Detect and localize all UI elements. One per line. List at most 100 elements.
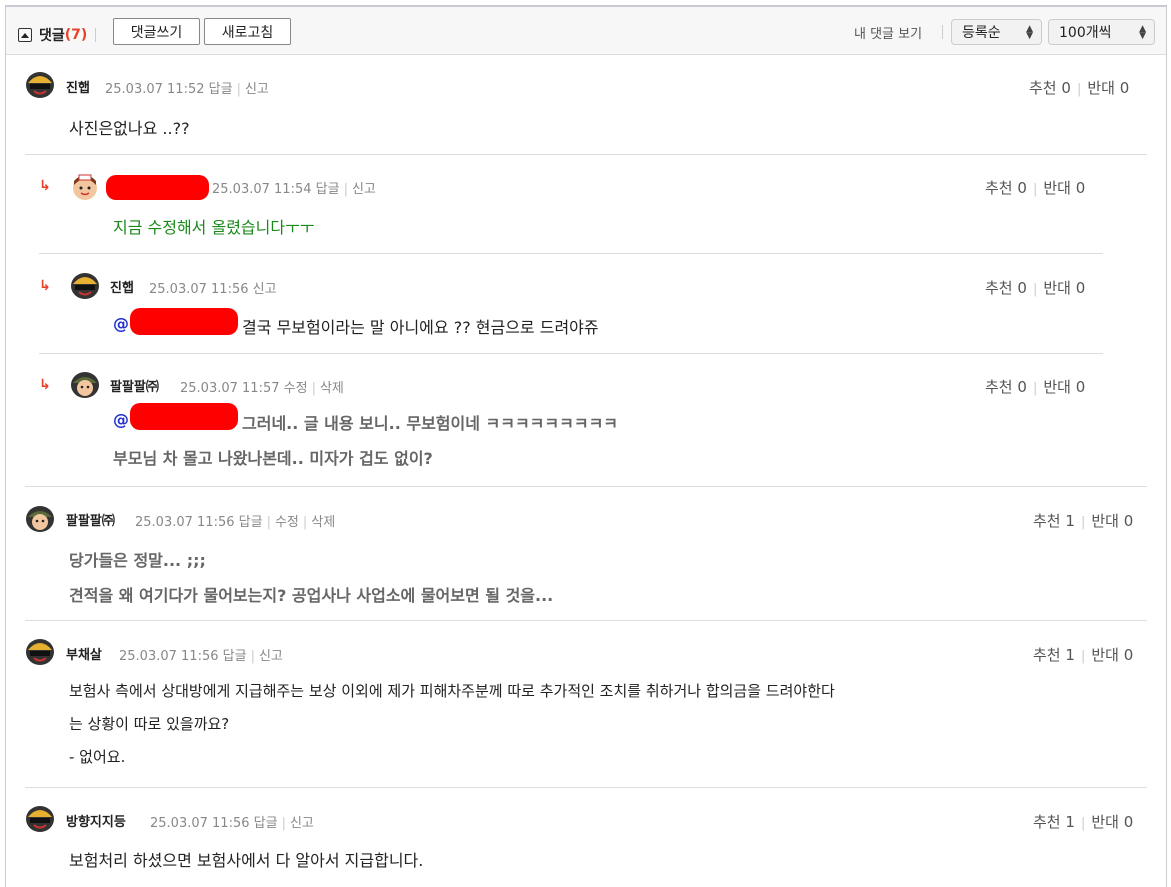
redacted-mention: [130, 403, 238, 430]
comment-meta: 25.03.07 11:56 신고: [149, 278, 277, 297]
comment-text: 사진은없나요 ..??: [69, 119, 190, 138]
upvote-button[interactable]: 추천 0: [985, 179, 1027, 197]
divider: [25, 486, 1147, 487]
comment-author[interactable]: 진햅: [110, 277, 134, 296]
comment-author[interactable]: 진햅: [66, 77, 90, 96]
reply-link[interactable]: 답글: [316, 182, 340, 197]
comment-text: 그러네.. 글 내용 보니.. 무보험이네 ㅋㅋㅋㅋㅋㅋㅋㅋㅋ: [242, 414, 619, 433]
comment-text: 지금 수정해서 올렸습니다ㅜㅜ: [113, 218, 315, 237]
comment-author[interactable]: 팔팔팔㈜: [66, 510, 115, 529]
comment-title: 댓글: [39, 28, 65, 44]
select-arrows-icon: ▲ ▼: [1139, 24, 1146, 41]
comment-text: 는 상황이 따로 있을까요?: [69, 715, 230, 733]
refresh-button[interactable]: 새로고침: [204, 18, 291, 45]
comment-text: 당가들은 정말... ;;;: [69, 551, 206, 570]
redacted-mention: [130, 308, 238, 335]
divider: [25, 620, 1147, 621]
reply-link[interactable]: 답글: [209, 82, 233, 97]
sort-select[interactable]: 등록순 ▲ ▼: [951, 19, 1042, 45]
sort-value: 등록순: [962, 25, 1001, 41]
delete-link[interactable]: 삭제: [320, 381, 344, 396]
comment-section: 댓글 (7) 댓글쓰기 새로고침 내 댓글 보기 등록순 ▲ ▼ 100개씩 ▲ ▼…: [5, 5, 1167, 887]
comment-votes: 추천 1 | 반대 0: [1033, 813, 1134, 831]
divider: [39, 353, 1103, 354]
comment-votes: 추천 1 | 반대 0: [1033, 512, 1134, 530]
upvote-button[interactable]: 추천 1: [1033, 646, 1075, 664]
upvote-button[interactable]: 추천 1: [1033, 813, 1075, 831]
write-comment-button[interactable]: 댓글쓰기: [113, 18, 200, 45]
comment-meta: 25.03.07 11:56 답글 | 신고: [150, 816, 314, 831]
comment-author[interactable]: 부채살: [66, 644, 102, 663]
reply-arrow-icon: ↳: [39, 278, 51, 294]
divider: [25, 154, 1147, 155]
edit-link[interactable]: 수정: [275, 515, 299, 530]
comment-text: - 없어요.: [69, 748, 126, 766]
downvote-button[interactable]: 반대 0: [1043, 378, 1085, 396]
comment-votes: 추천 1 | 반대 0: [1033, 646, 1134, 664]
comment-meta: 25.03.07 11:57 수정 | 삭제: [180, 381, 344, 396]
comment-count: (7): [64, 27, 88, 43]
comment-time: 25.03.07 11:57: [180, 381, 280, 396]
comment-meta: 25.03.07 11:52 답글 | 신고: [105, 82, 269, 97]
avatar: [73, 174, 97, 200]
comment-author[interactable]: 방향지지등: [66, 811, 126, 830]
comment-text: 보험처리 하셨으면 보험사에서 다 알아서 지급합니다.: [69, 851, 424, 870]
mention-link[interactable]: @: [113, 314, 129, 333]
avatar: [71, 372, 99, 398]
divider: [95, 28, 97, 42]
avatar: [26, 506, 54, 532]
report-link[interactable]: 신고: [259, 649, 283, 664]
report-link[interactable]: 신고: [245, 82, 269, 97]
downvote-button[interactable]: 반대 0: [1091, 512, 1133, 530]
avatar: [26, 806, 54, 832]
comment-time: 25.03.07 11:56: [119, 649, 219, 664]
comment-votes: 추천 0 | 반대 0: [1029, 79, 1130, 97]
comment-votes: 추천 0 | 반대 0: [985, 378, 1086, 396]
comment-votes: 추천 0 | 반대 0: [985, 179, 1086, 197]
comment-author[interactable]: 팔팔팔㈜: [110, 376, 159, 395]
per-page-select[interactable]: 100개씩 ▲ ▼: [1048, 19, 1155, 45]
downvote-button[interactable]: 반대 0: [1043, 279, 1085, 297]
comment-text: 부모님 차 몰고 나왔나본데.. 미자가 겁도 없이?: [113, 449, 433, 468]
comment-time: 25.03.07 11:56: [149, 282, 249, 297]
reply-arrow-icon: ↳: [39, 377, 51, 393]
comment-time: 25.03.07 11:52: [105, 82, 205, 97]
report-link[interactable]: 신고: [290, 816, 314, 831]
reply-link[interactable]: 답글: [254, 816, 278, 831]
report-link[interactable]: 신고: [253, 282, 277, 297]
downvote-button[interactable]: 반대 0: [1091, 646, 1133, 664]
divider: [39, 253, 1103, 254]
upvote-button[interactable]: 추천 0: [1029, 79, 1071, 97]
reply-link[interactable]: 답글: [239, 515, 263, 530]
divider: [25, 787, 1147, 788]
comment-toggle[interactable]: 댓글 (7): [18, 25, 97, 45]
redacted-nickname: [106, 175, 209, 200]
comment-text: 견적을 왜 여기다가 물어보는지? 공업사나 사업소에 물어보면 될 것을...: [69, 586, 554, 605]
divider: [942, 25, 943, 39]
delete-link[interactable]: 삭제: [311, 515, 335, 530]
reply-arrow-icon: ↳: [39, 178, 51, 194]
avatar: [71, 273, 99, 299]
comment-votes: 추천 0 | 반대 0: [985, 279, 1086, 297]
mention-link[interactable]: @: [113, 410, 129, 429]
comment-text: 보험사 측에서 상대방에게 지급해주는 보상 이외에 제가 피해차주분께 따로 …: [69, 682, 835, 700]
select-arrows-icon: ▲ ▼: [1026, 24, 1033, 41]
edit-link[interactable]: 수정: [284, 381, 308, 396]
my-comments-link[interactable]: 내 댓글 보기: [854, 23, 922, 42]
comment-text: 결국 무보험이라는 말 아니에요 ?? 현금으로 드려야쥬: [242, 318, 599, 337]
comment-meta: 25.03.07 11:54 답글 | 신고: [212, 182, 376, 197]
comment-time: 25.03.07 11:54: [212, 182, 312, 197]
comment-meta: 25.03.07 11:56 답글 | 신고: [119, 649, 283, 664]
report-link[interactable]: 신고: [352, 182, 376, 197]
comment-meta: 25.03.07 11:56 답글 | 수정 | 삭제: [135, 515, 336, 530]
downvote-button[interactable]: 반대 0: [1091, 813, 1133, 831]
comment-time: 25.03.07 11:56: [150, 816, 250, 831]
per-page-value: 100개씩: [1059, 25, 1112, 41]
downvote-button[interactable]: 반대 0: [1043, 179, 1085, 197]
upvote-button[interactable]: 추천 0: [985, 279, 1027, 297]
reply-link[interactable]: 답글: [223, 649, 247, 664]
collapse-icon[interactable]: [18, 28, 32, 42]
upvote-button[interactable]: 추천 1: [1033, 512, 1075, 530]
upvote-button[interactable]: 추천 0: [985, 378, 1027, 396]
downvote-button[interactable]: 반대 0: [1087, 79, 1129, 97]
